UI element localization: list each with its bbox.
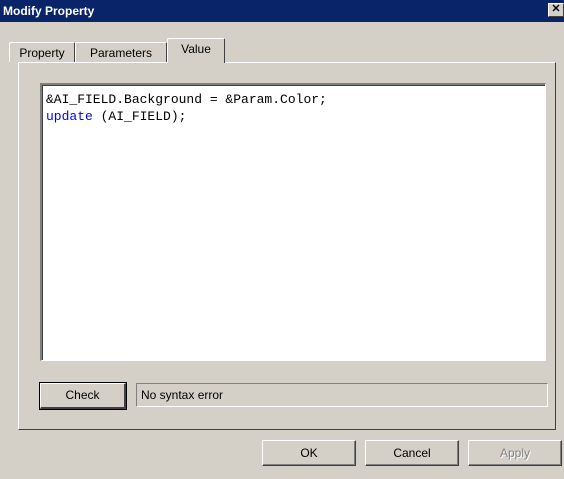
ok-button[interactable]: OK [262, 440, 356, 466]
modify-property-dialog: Modify Property ✕ Property Parameters Va… [0, 0, 564, 479]
title-bar: Modify Property ✕ [0, 0, 564, 22]
value-tab-panel: &AI_FIELD.Background = &Param.Color; upda… [18, 62, 556, 430]
code-line-text: &AI_FIELD.Background = &Param.Color; [46, 92, 327, 107]
code-keyword: update [46, 109, 93, 124]
close-icon[interactable]: ✕ [548, 3, 564, 17]
check-button[interactable]: Check [39, 382, 127, 410]
apply-button[interactable]: Apply [468, 440, 562, 466]
syntax-status: No syntax error [136, 383, 548, 407]
tab-value-label: Value [181, 42, 211, 56]
code-editor[interactable]: &AI_FIELD.Background = &Param.Color; upda… [40, 83, 546, 361]
tab-parameters-label: Parameters [89, 46, 153, 60]
code-line: &AI_FIELD.Background = &Param.Color; [46, 91, 541, 108]
code-line-text: (AI_FIELD); [92, 109, 187, 124]
code-line: update (AI_FIELD); [46, 108, 541, 125]
tab-value[interactable]: Value [167, 38, 225, 63]
tab-parameters[interactable]: Parameters [75, 42, 167, 62]
window-title: Modify Property [3, 4, 95, 18]
tab-property-label: Property [19, 46, 65, 60]
cancel-button[interactable]: Cancel [365, 440, 459, 466]
tab-property[interactable]: Property [9, 42, 75, 62]
